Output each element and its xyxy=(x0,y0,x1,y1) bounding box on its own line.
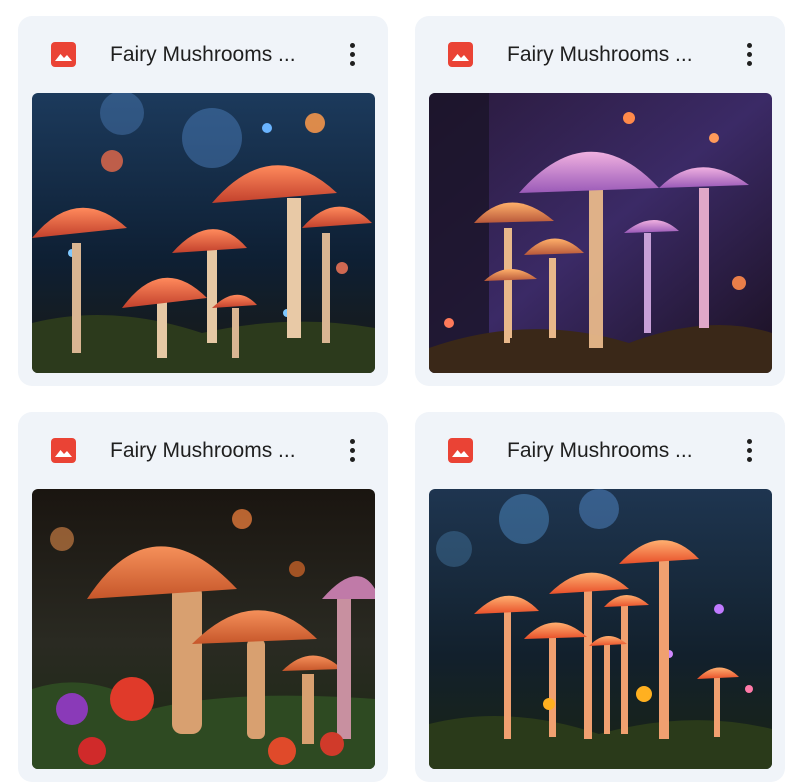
more-vert-icon[interactable] xyxy=(737,436,761,466)
image-file-icon xyxy=(448,42,473,67)
file-card-3[interactable]: Fairy Mushrooms ... xyxy=(18,412,388,782)
file-thumbnail[interactable] xyxy=(429,93,772,373)
thumbnail-image xyxy=(429,93,772,373)
file-title[interactable]: Fairy Mushrooms ... xyxy=(110,438,296,464)
thumbnail-image xyxy=(32,93,375,373)
image-file-icon xyxy=(448,438,473,463)
image-file-icon xyxy=(51,42,76,67)
file-thumbnail[interactable] xyxy=(32,489,375,769)
file-title[interactable]: Fairy Mushrooms ... xyxy=(507,438,693,464)
file-card-header: Fairy Mushrooms ... xyxy=(415,412,785,490)
file-card-4[interactable]: Fairy Mushrooms ... xyxy=(415,412,785,782)
more-vert-icon[interactable] xyxy=(340,436,364,466)
file-thumbnail[interactable] xyxy=(429,489,772,769)
file-card-header: Fairy Mushrooms ... xyxy=(18,412,388,490)
file-title[interactable]: Fairy Mushrooms ... xyxy=(507,42,693,68)
file-thumbnail[interactable] xyxy=(32,93,375,373)
file-card-1[interactable]: Fairy Mushrooms ... xyxy=(18,16,388,386)
image-file-icon xyxy=(51,438,76,463)
thumbnail-image xyxy=(32,489,375,769)
more-vert-icon[interactable] xyxy=(340,40,364,70)
more-vert-icon[interactable] xyxy=(737,40,761,70)
file-card-header: Fairy Mushrooms ... xyxy=(18,16,388,94)
file-card-2[interactable]: Fairy Mushrooms ... xyxy=(415,16,785,386)
file-grid: Fairy Mushrooms ... Fairy Mushrooms ... … xyxy=(0,0,802,784)
file-title[interactable]: Fairy Mushrooms ... xyxy=(110,42,296,68)
thumbnail-image xyxy=(429,489,772,769)
file-card-header: Fairy Mushrooms ... xyxy=(415,16,785,94)
